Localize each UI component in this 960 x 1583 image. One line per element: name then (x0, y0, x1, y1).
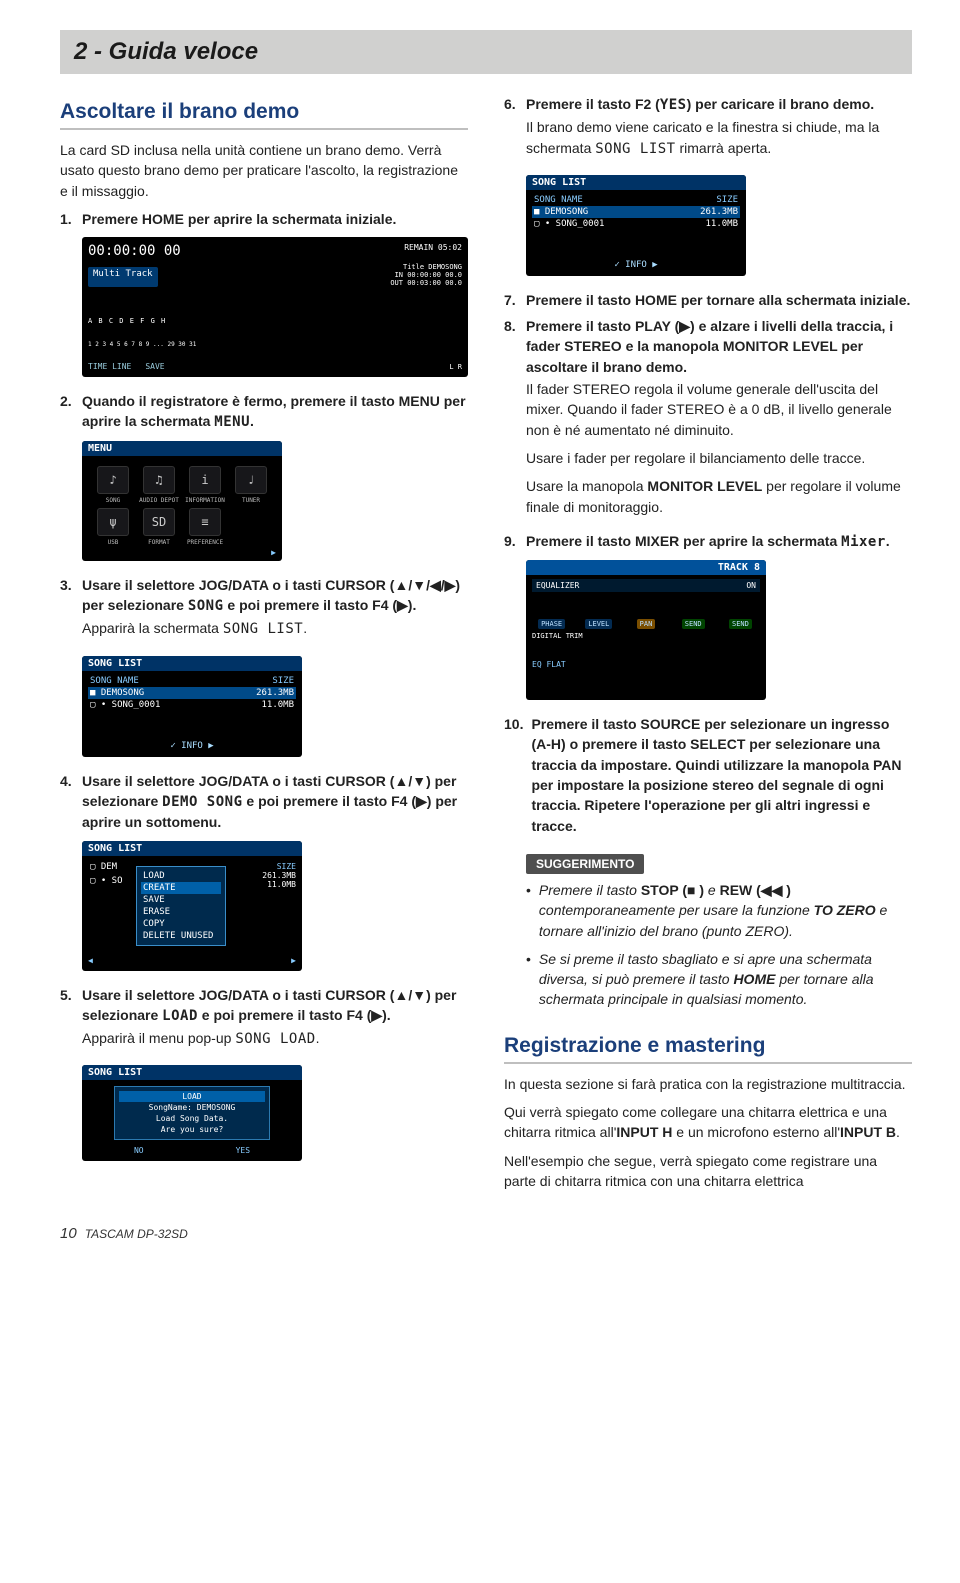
screenshot-songlist-2: SONG LIST SONG NAMESIZE ■ DEMOSONG261.3M… (526, 175, 746, 276)
step-7: 7. Premere il tasto HOME per tornare all… (504, 290, 912, 310)
rec-p2: Qui verrà spiegato come collegare una ch… (504, 1102, 912, 1143)
step-number: 4. (60, 771, 74, 833)
step-number: 7. (504, 290, 518, 310)
page-number: 10 (60, 1225, 77, 1242)
step-1: 1. Premere HOME per aprire la schermata … (60, 209, 468, 229)
screenshot-songlist-popup: SONG LIST ▢ DEM ▢ • SO LOADCREATESAVEERA… (82, 841, 302, 971)
screenshot-songload: SONG LIST LOAD SongName: DEMOSONG Load S… (82, 1065, 302, 1161)
product-name: TASCAM DP-32SD (85, 1227, 188, 1241)
rec-p3: Nell'esempio che segue, verrà spiegato c… (504, 1151, 912, 1192)
chapter-title: 2 - Guida veloce (74, 38, 898, 66)
screenshot-menu: MENU ♪SONG♫AUDIO DEPOTiINFORMATION♩TUNER… (82, 441, 282, 561)
tip-2: Se si preme il tasto sbagliato e si apre… (526, 949, 912, 1010)
step-3: 3. Usare il selettore JOG/DATA o i tasti… (60, 575, 468, 648)
step-9: 9. Premere il tasto MIXER per aprire la … (504, 531, 912, 552)
step-number: 3. (60, 575, 74, 648)
step-number: 6. (504, 94, 518, 167)
section-listen: Ascoltare il brano demo (60, 100, 468, 130)
step-6: 6. Premere il tasto F2 (YES) per caricar… (504, 94, 912, 167)
tip-1: Premere il tasto STOP (■ ) e REW (◀◀ ) c… (526, 880, 912, 941)
step-4: 4. Usare il selettore JOG/DATA o i tasti… (60, 771, 468, 833)
step-2: 2. Quando il registratore è fermo, preme… (60, 391, 468, 433)
screenshot-home: 00:00:00 00 REMAIN 05:02 Multi Track Tit… (82, 237, 468, 377)
step-number: 10. (504, 714, 523, 836)
left-column: Ascoltare il brano demo La card SD inclu… (60, 94, 468, 1199)
step-number: 2. (60, 391, 74, 433)
right-column: 6. Premere il tasto F2 (YES) per caricar… (504, 94, 912, 1199)
step-number: 9. (504, 531, 518, 552)
step-8: 8. Premere il tasto PLAY (▶) e alzare i … (504, 316, 912, 525)
step-number: 1. (60, 209, 74, 229)
screenshot-songlist-1: SONG LIST SONG NAMESIZE ■ DEMOSONG261.3M… (82, 656, 302, 757)
rec-p1: In questa sezione si farà pratica con la… (504, 1074, 912, 1094)
step-number: 5. (60, 985, 74, 1058)
step-10: 10. Premere il tasto SOURCE per selezion… (504, 714, 912, 836)
footer: 10 TASCAM DP-32SD (60, 1225, 912, 1242)
screenshot-mixer: TRACK 8 EQUALIZERON PHASE LEVEL PAN SEND… (526, 560, 766, 700)
tip-label: SUGGERIMENTO (526, 854, 644, 874)
step-5: 5. Usare il selettore JOG/DATA o i tasti… (60, 985, 468, 1058)
section-recording: Registrazione e mastering (504, 1034, 912, 1064)
step-number: 8. (504, 316, 518, 525)
tips-list: Premere il tasto STOP (■ ) e REW (◀◀ ) c… (526, 880, 912, 1010)
chapter-header: 2 - Guida veloce (60, 30, 912, 74)
intro: La card SD inclusa nella unità contiene … (60, 140, 468, 201)
